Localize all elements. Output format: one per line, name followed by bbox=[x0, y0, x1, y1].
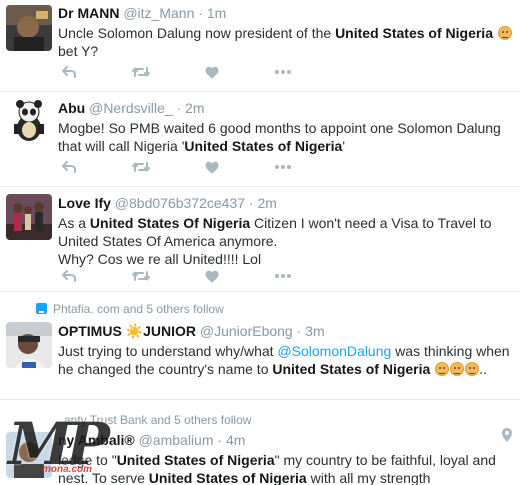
tweet-text: Mogbe! So PMB waited 6 good months to ap… bbox=[58, 119, 512, 155]
follow-context-text: anty Trust Bank and 5 others follow bbox=[64, 413, 252, 427]
emoji-icon bbox=[450, 362, 465, 376]
tweet-timestamp[interactable]: 2m bbox=[185, 100, 204, 116]
avatar[interactable] bbox=[6, 98, 52, 144]
tweet-text-segment: Uncle Solomon Dalung now president of th… bbox=[58, 25, 336, 41]
tweet-text-segment: .. bbox=[479, 361, 487, 377]
reply-icon[interactable] bbox=[58, 62, 80, 82]
tweet-author-handle[interactable]: @8bd076b372ce437 bbox=[115, 195, 245, 211]
tweet[interactable]: Abu @Nerdsville_ · 2m Mogbe! So PMB wait… bbox=[0, 92, 520, 187]
tweet-text: ledge to "United States of Nigeria" my c… bbox=[58, 451, 512, 485]
tweet-text-segment bbox=[493, 25, 497, 41]
tweet[interactable]: Dr MANN @itz_Mann · 1m Uncle Solomon Dal… bbox=[0, 0, 520, 92]
tweet-text-segment: bet Y? bbox=[58, 43, 99, 59]
location-pin-icon[interactable] bbox=[502, 428, 512, 442]
separator-dot: · bbox=[217, 432, 223, 448]
follow-context: Phtafia. com and 5 others follow bbox=[36, 301, 224, 317]
tweet[interactable]: Phtafia. com and 5 others follow OPTIMUS… bbox=[0, 292, 520, 400]
highlighted-phrase: United States Of Nigeria bbox=[89, 215, 251, 231]
tweet-text-segment: Just trying to understand why/what bbox=[58, 343, 278, 359]
tweet-author-name[interactable]: ny Ambali® bbox=[58, 432, 135, 448]
tweet-author-name[interactable]: Abu bbox=[58, 100, 85, 116]
separator-dot: · bbox=[198, 5, 203, 21]
heart-icon[interactable] bbox=[201, 157, 223, 177]
highlighted-phrase: United States of Nigeria bbox=[148, 470, 307, 485]
emoji-icon bbox=[465, 362, 480, 376]
tweet-author-name[interactable]: OPTIMUS ☀️JUNIOR bbox=[58, 323, 196, 339]
follow-context-icon bbox=[36, 303, 47, 314]
tweet-text-segment: As a bbox=[58, 215, 90, 231]
tweet-text: As a United States Of Nigeria Citizen I … bbox=[58, 214, 512, 268]
tweet-actions bbox=[58, 62, 308, 82]
avatar[interactable] bbox=[6, 5, 52, 51]
tweet-author-name[interactable]: Love Ify bbox=[58, 195, 111, 211]
tweet-text-segment: ' bbox=[342, 138, 345, 154]
separator-dot: · bbox=[176, 100, 182, 116]
tweet-actions bbox=[58, 157, 308, 177]
retweet-icon[interactable] bbox=[130, 62, 152, 82]
mention-link[interactable]: @SolomonDalung bbox=[277, 343, 391, 359]
tweet-author-handle[interactable]: @itz_Mann bbox=[123, 5, 194, 21]
tweet-text: Just trying to understand why/what @Solo… bbox=[58, 342, 512, 378]
highlighted-phrase: United States of Nigeria bbox=[335, 25, 493, 41]
tweet-text: Uncle Solomon Dalung now president of th… bbox=[58, 24, 512, 60]
tweet-author-handle[interactable]: @Nerdsville_ bbox=[89, 100, 172, 116]
tweet-timestamp[interactable]: 3m bbox=[305, 323, 324, 339]
highlighted-phrase: United States of Nigeria bbox=[272, 361, 431, 377]
emoji-icon bbox=[497, 26, 512, 40]
retweet-icon[interactable] bbox=[130, 266, 152, 286]
avatar[interactable] bbox=[6, 322, 52, 368]
tweet-text-segment: with all my strength bbox=[306, 470, 431, 485]
tweet-timestamp[interactable]: 4m bbox=[226, 432, 245, 448]
tweet-author-name[interactable]: Dr MANN bbox=[58, 5, 119, 21]
tweet-text-segment bbox=[430, 361, 434, 377]
heart-icon[interactable] bbox=[201, 266, 223, 286]
avatar[interactable] bbox=[6, 432, 52, 478]
tweet-timestamp[interactable]: 2m bbox=[257, 195, 276, 211]
reply-icon[interactable] bbox=[58, 266, 80, 286]
tweet-timestamp[interactable]: 1m bbox=[207, 5, 226, 21]
emoji-icon bbox=[435, 362, 450, 376]
follow-context-text: Phtafia. com and 5 others follow bbox=[53, 302, 224, 316]
highlighted-phrase: United States of Nigeria bbox=[184, 138, 343, 154]
tweet-feed: Dr MANN @itz_Mann · 1m Uncle Solomon Dal… bbox=[0, 0, 520, 485]
heart-icon[interactable] bbox=[201, 62, 223, 82]
separator-dot: · bbox=[248, 195, 254, 211]
tweet-author-handle[interactable]: @JuniorEbong bbox=[200, 323, 293, 339]
tweet-author-handle[interactable]: @ambalium bbox=[139, 432, 214, 448]
more-icon[interactable] bbox=[272, 157, 294, 177]
separator-dot: · bbox=[296, 323, 302, 339]
follow-context: anty Trust Bank and 5 others follow bbox=[64, 412, 251, 428]
avatar[interactable] bbox=[6, 194, 52, 240]
more-icon[interactable] bbox=[272, 266, 294, 286]
tweet-text-segment: ledge to " bbox=[58, 452, 117, 468]
retweet-icon[interactable] bbox=[130, 157, 152, 177]
tweet-text-segment: Why? Cos we re all United!!!! Lol bbox=[58, 251, 262, 267]
tweet-actions bbox=[58, 266, 308, 286]
highlighted-phrase: United States of Nigeria bbox=[116, 452, 275, 468]
tweet[interactable]: anty Trust Bank and 5 others follow ny A… bbox=[0, 400, 520, 485]
reply-icon[interactable] bbox=[58, 157, 80, 177]
tweet[interactable]: Love Ify @8bd076b372ce437 · 2m As a Unit… bbox=[0, 187, 520, 292]
more-icon[interactable] bbox=[272, 62, 294, 82]
